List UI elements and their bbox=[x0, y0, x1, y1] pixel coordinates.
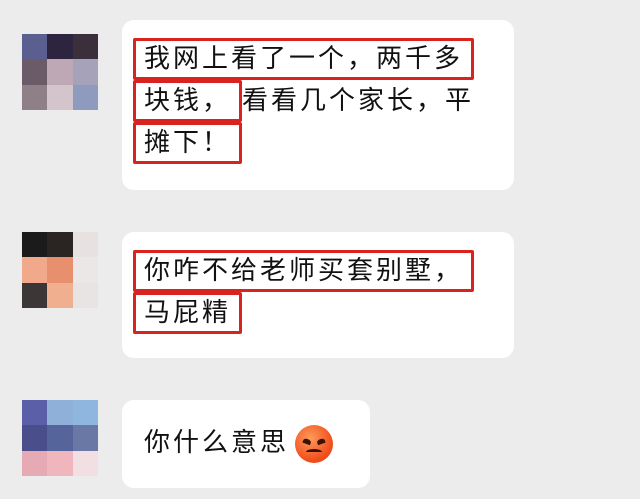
message-bubble[interactable]: 你什么意思 bbox=[122, 400, 370, 488]
highlight-box: 我网上看了一个，两千多 bbox=[133, 38, 475, 80]
avatar-blurred[interactable] bbox=[22, 400, 98, 476]
message-text: 看看几个家长，平 bbox=[242, 86, 475, 116]
message-line: 你咋不给老师买套别墅， bbox=[133, 250, 492, 292]
highlight-box: 块钱， bbox=[133, 80, 243, 122]
avatar-blurred[interactable] bbox=[22, 34, 98, 110]
message-text: 你什么意思 bbox=[144, 428, 290, 458]
message-bubble[interactable]: 你咋不给老师买套别墅， 马屁精 bbox=[122, 232, 514, 358]
avatar-blurred[interactable] bbox=[22, 232, 98, 308]
message-line: 你什么意思 bbox=[144, 422, 348, 466]
highlight-box: 你咋不给老师买套别墅， bbox=[133, 250, 475, 292]
message-line: 我网上看了一个，两千多 bbox=[133, 38, 492, 80]
message-line: 块钱， 看看几个家长，平 bbox=[133, 80, 492, 122]
highlight-box: 摊下！ bbox=[133, 122, 243, 164]
chat-thread: 我网上看了一个，两千多 块钱，看看几个家长，平 摊下！ 你咋不给老师买套别墅， bbox=[0, 0, 640, 499]
angry-face-icon bbox=[295, 424, 334, 463]
message-line: 马屁精 bbox=[133, 292, 492, 334]
message-bubble[interactable]: 我网上看了一个，两千多 块钱， 看看几个家长，平 摊下！ bbox=[122, 20, 514, 190]
highlight-box: 马屁精 bbox=[133, 292, 243, 334]
message-line: 摊下！ bbox=[133, 122, 492, 164]
